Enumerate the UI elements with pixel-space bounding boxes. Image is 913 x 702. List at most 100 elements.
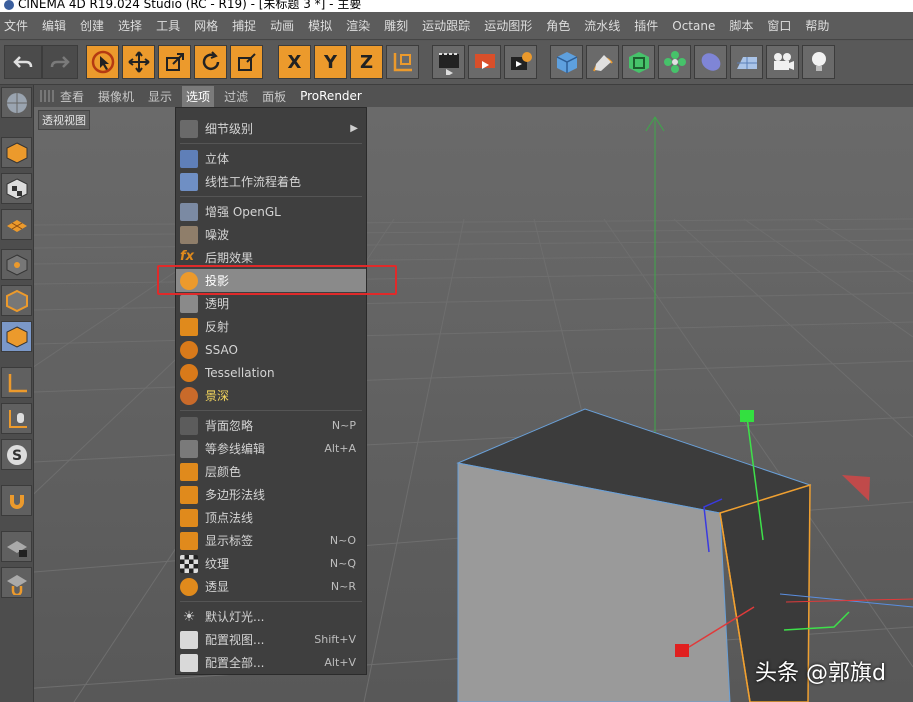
menu-file[interactable]: 文件 <box>4 17 28 34</box>
viewport-grip-handle[interactable] <box>40 90 54 102</box>
menu-pipeline[interactable]: 流水线 <box>584 17 620 34</box>
edges-mode-button[interactable] <box>1 285 32 316</box>
array-cloner-button[interactable] <box>658 45 691 79</box>
viewport-menu-cameras[interactable]: 摄像机 <box>98 88 134 105</box>
snap-magnet-button[interactable] <box>1 485 32 516</box>
menu-octane[interactable]: Octane <box>672 19 715 33</box>
model-mode-button[interactable] <box>1 137 32 168</box>
menu-item-vertex-normals[interactable]: 顶点法线 <box>176 506 366 529</box>
pen-spline-button[interactable] <box>586 45 619 79</box>
menu-animate[interactable]: 动画 <box>270 17 294 34</box>
camera-button[interactable] <box>766 45 799 79</box>
menu-select[interactable]: 选择 <box>118 17 142 34</box>
menu-mograph[interactable]: 运动图形 <box>484 17 532 34</box>
rotate-tool-button[interactable] <box>194 45 227 79</box>
menu-item-shortcut: N~P <box>331 419 356 432</box>
menu-snap[interactable]: 捕捉 <box>232 17 256 34</box>
menu-item-noise[interactable]: 噪波 <box>176 223 366 246</box>
menu-item-label: 线性工作流程着色 <box>205 175 302 189</box>
menu-item-linear-workflow-shading[interactable]: 线性工作流程着色 <box>176 170 366 193</box>
perspective-viewport[interactable] <box>34 107 913 702</box>
menu-item-configure-view[interactable]: 配置视图... Shift+V <box>176 628 366 651</box>
move-tool-button[interactable] <box>122 45 155 79</box>
scale-tool-button[interactable] <box>158 45 191 79</box>
texture-mode-button[interactable] <box>1 173 32 204</box>
menu-character[interactable]: 角色 <box>546 17 570 34</box>
redo-button[interactable] <box>42 45 78 79</box>
viewport-menu-prorender[interactable]: ProRender <box>300 89 362 103</box>
menu-sculpt[interactable]: 雕刻 <box>384 17 408 34</box>
menu-script[interactable]: 脚本 <box>729 17 753 34</box>
viewport-menu-filter[interactable]: 过滤 <box>224 88 248 105</box>
light-icon <box>811 52 826 71</box>
menu-item-configure-all[interactable]: 配置全部... Alt+V <box>176 651 366 674</box>
workplane-snap-button[interactable] <box>1 567 32 598</box>
viewport-menu-view[interactable]: 查看 <box>60 88 84 105</box>
tweak-mode-button[interactable] <box>1 403 32 434</box>
menu-item-label: 立体 <box>205 152 230 166</box>
menu-create[interactable]: 创建 <box>80 17 104 34</box>
menu-item-ssao[interactable]: SSAO <box>176 338 366 361</box>
menu-window[interactable]: 窗口 <box>767 17 791 34</box>
light-button[interactable] <box>802 45 835 79</box>
x-axis-lock-button[interactable]: X <box>278 45 311 79</box>
viewport-menu-display[interactable]: 显示 <box>148 88 172 105</box>
menu-item-textures[interactable]: 纹理 N~Q <box>176 552 366 575</box>
menu-item-backface-culling[interactable]: 背面忽略 N~P <box>176 414 366 437</box>
menu-edit[interactable]: 编辑 <box>42 17 66 34</box>
polygons-mode-button[interactable] <box>1 321 32 352</box>
menu-item-tessellation[interactable]: Tessellation <box>176 361 366 384</box>
model-mode-icon <box>6 141 27 164</box>
points-mode-icon <box>6 253 27 276</box>
menu-item-depth-of-field[interactable]: 景深 <box>176 384 366 407</box>
workplane-button[interactable] <box>1 209 32 240</box>
render-settings-button[interactable] <box>504 45 537 79</box>
y-axis-lock-button[interactable]: Y <box>314 45 347 79</box>
solo-mode-button[interactable]: S <box>1 439 32 470</box>
menu-separator <box>180 143 362 144</box>
menu-tools[interactable]: 工具 <box>156 17 180 34</box>
subdivision-surface-button[interactable] <box>622 45 655 79</box>
axis-mode-button[interactable] <box>1 367 32 398</box>
menu-item-transparency[interactable]: 透明 <box>176 292 366 315</box>
menu-motion-tracker[interactable]: 运动跟踪 <box>422 17 470 34</box>
subdivision-icon <box>628 52 649 73</box>
menu-item-label: 层颜色 <box>205 465 242 479</box>
submenu-arrow-icon: ▶ <box>350 123 358 134</box>
menu-item-reflection[interactable]: 反射 <box>176 315 366 338</box>
menu-render[interactable]: 渲染 <box>346 17 370 34</box>
menu-item-layer-color[interactable]: 层颜色 <box>176 460 366 483</box>
menu-item-stereoscopic[interactable]: 立体 <box>176 147 366 170</box>
noise-icon <box>180 225 198 244</box>
menu-plugins[interactable]: 插件 <box>634 17 658 34</box>
undo-button[interactable] <box>4 45 42 79</box>
cube-object-button[interactable] <box>550 45 583 79</box>
deformer-button[interactable] <box>694 45 727 79</box>
make-editable-button[interactable] <box>1 87 32 118</box>
menu-item-default-light[interactable]: ☀ 默认灯光... <box>176 605 366 628</box>
menu-help[interactable]: 帮助 <box>805 17 829 34</box>
menu-item-label: 透明 <box>205 297 230 311</box>
menu-item-enhanced-opengl[interactable]: 增强 OpenGL <box>176 200 366 223</box>
viewport-menu-panel[interactable]: 面板 <box>262 88 286 105</box>
y-axis-handle[interactable] <box>740 410 754 422</box>
menu-item-level-of-detail[interactable]: 细节级别 ▶ <box>176 117 366 140</box>
render-view-button[interactable] <box>432 45 465 79</box>
menu-mesh[interactable]: 网格 <box>194 17 218 34</box>
render-picture-viewer-button[interactable] <box>468 45 501 79</box>
menu-simulate[interactable]: 模拟 <box>308 17 332 34</box>
menu-item-isoparm-editing[interactable]: 等参线编辑 Alt+A <box>176 437 366 460</box>
menu-item-x-ray[interactable]: 透显 N~R <box>176 575 366 598</box>
floor-environment-button[interactable] <box>730 45 763 79</box>
points-mode-button[interactable] <box>1 249 32 280</box>
live-selection-button[interactable] <box>86 45 119 79</box>
menu-item-show-tags[interactable]: 显示标签 N~O <box>176 529 366 552</box>
viewport-menu-options[interactable]: 选项 <box>182 85 215 107</box>
viewport-camera-label: 透视视图 <box>38 110 90 130</box>
recent-tool-button[interactable] <box>230 45 263 79</box>
z-axis-lock-button[interactable]: Z <box>350 45 383 79</box>
workplane-lock-button[interactable] <box>1 531 32 562</box>
world-coordinates-button[interactable] <box>386 45 419 79</box>
x-axis-handle[interactable] <box>675 644 689 657</box>
menu-item-polygon-normals[interactable]: 多边形法线 <box>176 483 366 506</box>
